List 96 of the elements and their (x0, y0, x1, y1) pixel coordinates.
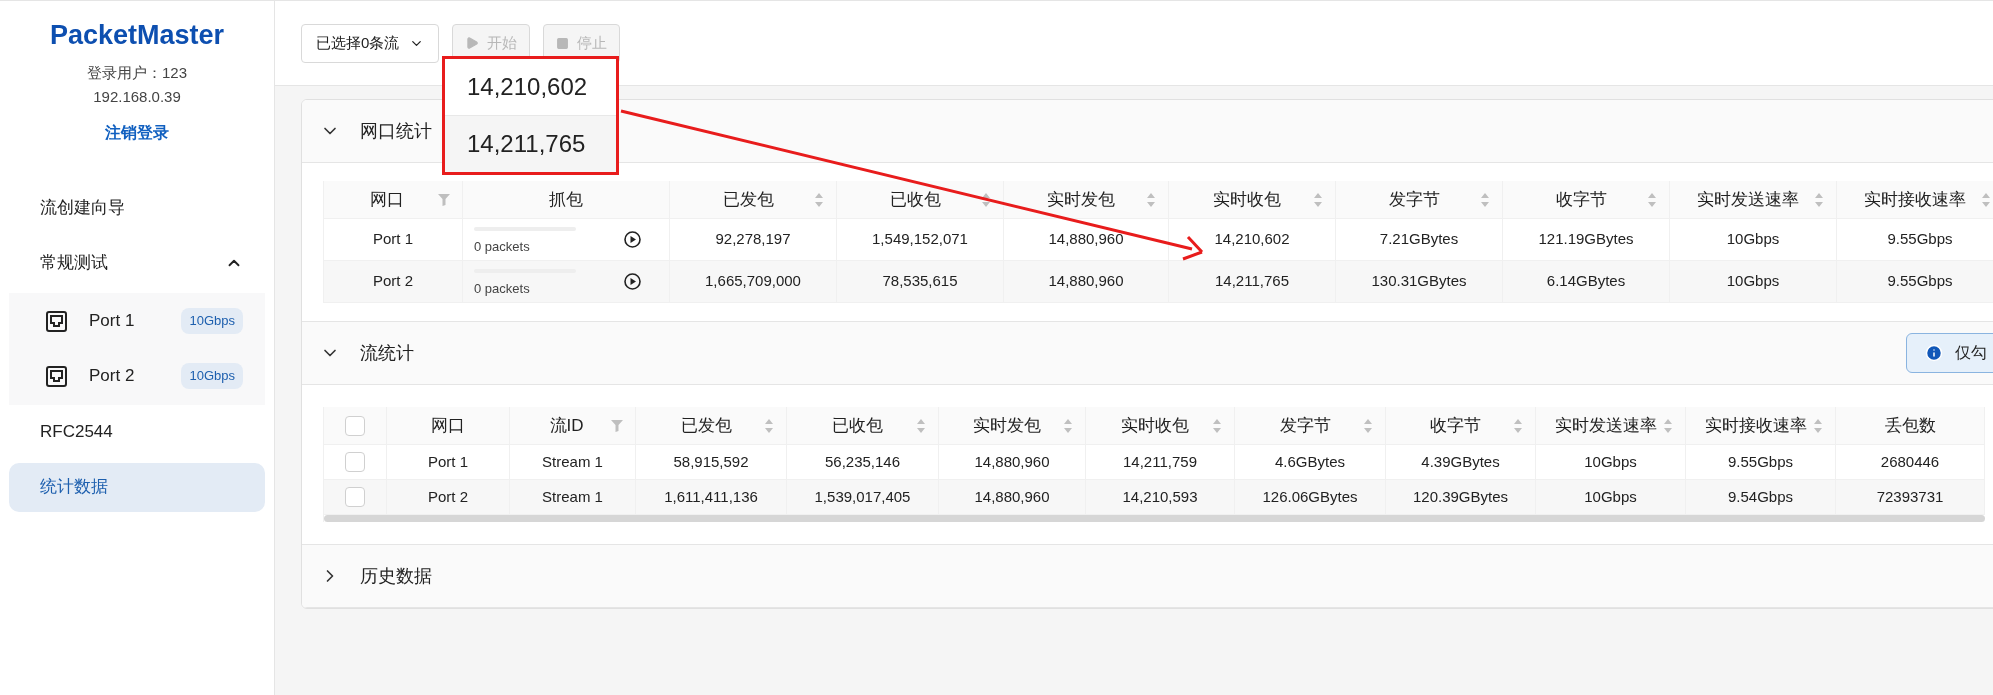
table-cell-text: 9.55Gbps (1887, 229, 1953, 250)
table-cell-text: 2680446 (1880, 451, 1940, 472)
table-cell-text: 9.55Gbps (1727, 451, 1793, 472)
ethernet-port-icon (46, 365, 67, 387)
nav-item[interactable]: 流创建向导 (9, 183, 265, 233)
speed-badge: 10Gbps (181, 308, 243, 334)
table-cell-text: 7.21GBytes (1379, 229, 1459, 250)
table-cell-text: Port 2 (428, 486, 468, 507)
section-title[interactable]: 流统计 (360, 339, 414, 367)
column-header: 网口 (369, 188, 405, 211)
table-cell-text: 14,210,593 (1122, 486, 1198, 507)
play-icon[interactable] (624, 273, 641, 290)
table-cell-text: 56,235,146 (824, 451, 901, 472)
column-header: 实时接收速率 (1703, 414, 1808, 437)
checkbox[interactable] (345, 415, 365, 436)
column-header: 已收包 (831, 414, 884, 437)
ethernet-port-icon (46, 310, 67, 332)
table-cell-text: 4.39GBytes (1421, 451, 1500, 472)
table-cell-text: 58,915,592 (673, 451, 749, 472)
port-nav-item[interactable]: Port 1 10Gbps (9, 293, 265, 349)
nav-item[interactable]: RFC2544 (9, 407, 265, 457)
table-cell-text: 10Gbps (1584, 451, 1637, 472)
table-cell-text: Port 1 (373, 229, 413, 250)
table-cell-text: 120.39GBytes (1412, 486, 1509, 507)
checkbox[interactable] (345, 487, 365, 507)
play-icon (465, 36, 480, 50)
table-cell-text: 121.19GBytes (1538, 229, 1634, 250)
sort-icon[interactable] (981, 191, 991, 208)
table-cell-text: 14,880,960 (974, 451, 1050, 472)
packet-count: 0 packets (474, 237, 531, 256)
table-cell-text: 1,611,411,136 (664, 486, 758, 507)
filter-icon[interactable] (611, 419, 623, 432)
table-cell-text: Stream 1 (542, 486, 603, 507)
column-header: 已发包 (679, 414, 733, 437)
column-header: 收字节 (1429, 414, 1482, 437)
table-cell-text: 14,211,759 (1123, 451, 1197, 472)
column-header: 已收包 (888, 188, 942, 211)
zoomed-value: 14,210,602 (467, 72, 588, 102)
column-header: 已发包 (721, 188, 775, 211)
table-cell-text: 14,880,960 (1048, 271, 1124, 292)
column-header: 丢包数 (1883, 414, 1937, 437)
info-icon (1925, 344, 1943, 362)
zoomed-value: 14,211,765 (467, 129, 586, 159)
packet-count: 0 packets (474, 279, 531, 298)
column-header: 实时发送速率 (1696, 188, 1800, 211)
column-header: 实时收包 (1120, 414, 1190, 437)
port-nav-item[interactable]: Port 2 10Gbps (9, 348, 265, 404)
section-title[interactable]: 历史数据 (360, 562, 432, 590)
column-header: 实时发包 (972, 414, 1042, 437)
table-cell-text: 14,880,960 (974, 486, 1050, 507)
table-cell-text: 1,539,017,405 (814, 486, 911, 507)
table-cell-text: Port 2 (373, 271, 413, 292)
user-label: 登录用户：123 (87, 62, 187, 83)
section-title[interactable]: 网口统计 (360, 117, 432, 145)
table-cell-text: 1,665,709,000 (705, 271, 801, 292)
filter-icon[interactable] (438, 193, 450, 206)
table-cell-text: 14,211,765 (1215, 271, 1289, 292)
column-header: 实时收包 (1212, 188, 1282, 211)
column-header: 实时接收速率 (1863, 188, 1967, 211)
table-cell-text: 1,549,152,071 (872, 229, 968, 250)
table-cell-text: 6.14GBytes (1546, 271, 1626, 292)
column-header: 收字节 (1554, 188, 1608, 211)
table-cell-text: 10Gbps (1584, 486, 1637, 507)
checkbox[interactable] (345, 452, 365, 472)
nav-item[interactable]: 统计数据 (9, 462, 265, 512)
table-cell-text: Stream 1 (542, 451, 603, 472)
column-header: 网口 (430, 414, 466, 437)
column-header: 实时发包 (1046, 188, 1116, 211)
info-button[interactable]: 仅勾 (1906, 333, 1993, 373)
table-cell-text: 4.6GBytes (1274, 451, 1345, 472)
logout-link[interactable]: 注销登录 (105, 120, 169, 145)
nav-group[interactable]: 常规测试 (9, 235, 265, 291)
play-icon[interactable] (624, 231, 641, 248)
table-cell-text: Port 1 (428, 451, 468, 472)
speed-badge: 10Gbps (181, 363, 243, 389)
table-cell-text: 9.54Gbps (1727, 486, 1793, 507)
table-cell-text: 14,880,960 (1048, 229, 1124, 250)
table-cell-text: 130.31GBytes (1371, 271, 1467, 292)
brand-logo: PacketMaster (49, 19, 225, 52)
stop-icon (556, 36, 570, 50)
table-cell-text: 72393731 (1876, 486, 1944, 507)
horizontal-scrollbar[interactable] (324, 515, 1985, 522)
table-cell-text: 10Gbps (1726, 229, 1780, 250)
table-cell-text: 126.06GBytes (1262, 486, 1358, 507)
table-cell-text: 9.55Gbps (1887, 271, 1953, 292)
stream-select-dropdown[interactable]: 已选择0条流 (301, 23, 440, 63)
column-header: 实时发送速率 (1553, 414, 1658, 437)
table-cell-text: 14,210,602 (1214, 229, 1290, 250)
ip-address: 192.168.0.39 (93, 87, 181, 107)
table-cell-text: 10Gbps (1726, 271, 1780, 292)
column-header: 发字节 (1278, 414, 1332, 437)
column-header: 发字节 (1387, 188, 1441, 211)
table-cell-text: 78,535,615 (882, 271, 958, 292)
table-cell-text: 92,278,197 (715, 229, 791, 250)
column-header: 流ID (548, 414, 585, 437)
column-header: 抓包 (548, 188, 584, 211)
